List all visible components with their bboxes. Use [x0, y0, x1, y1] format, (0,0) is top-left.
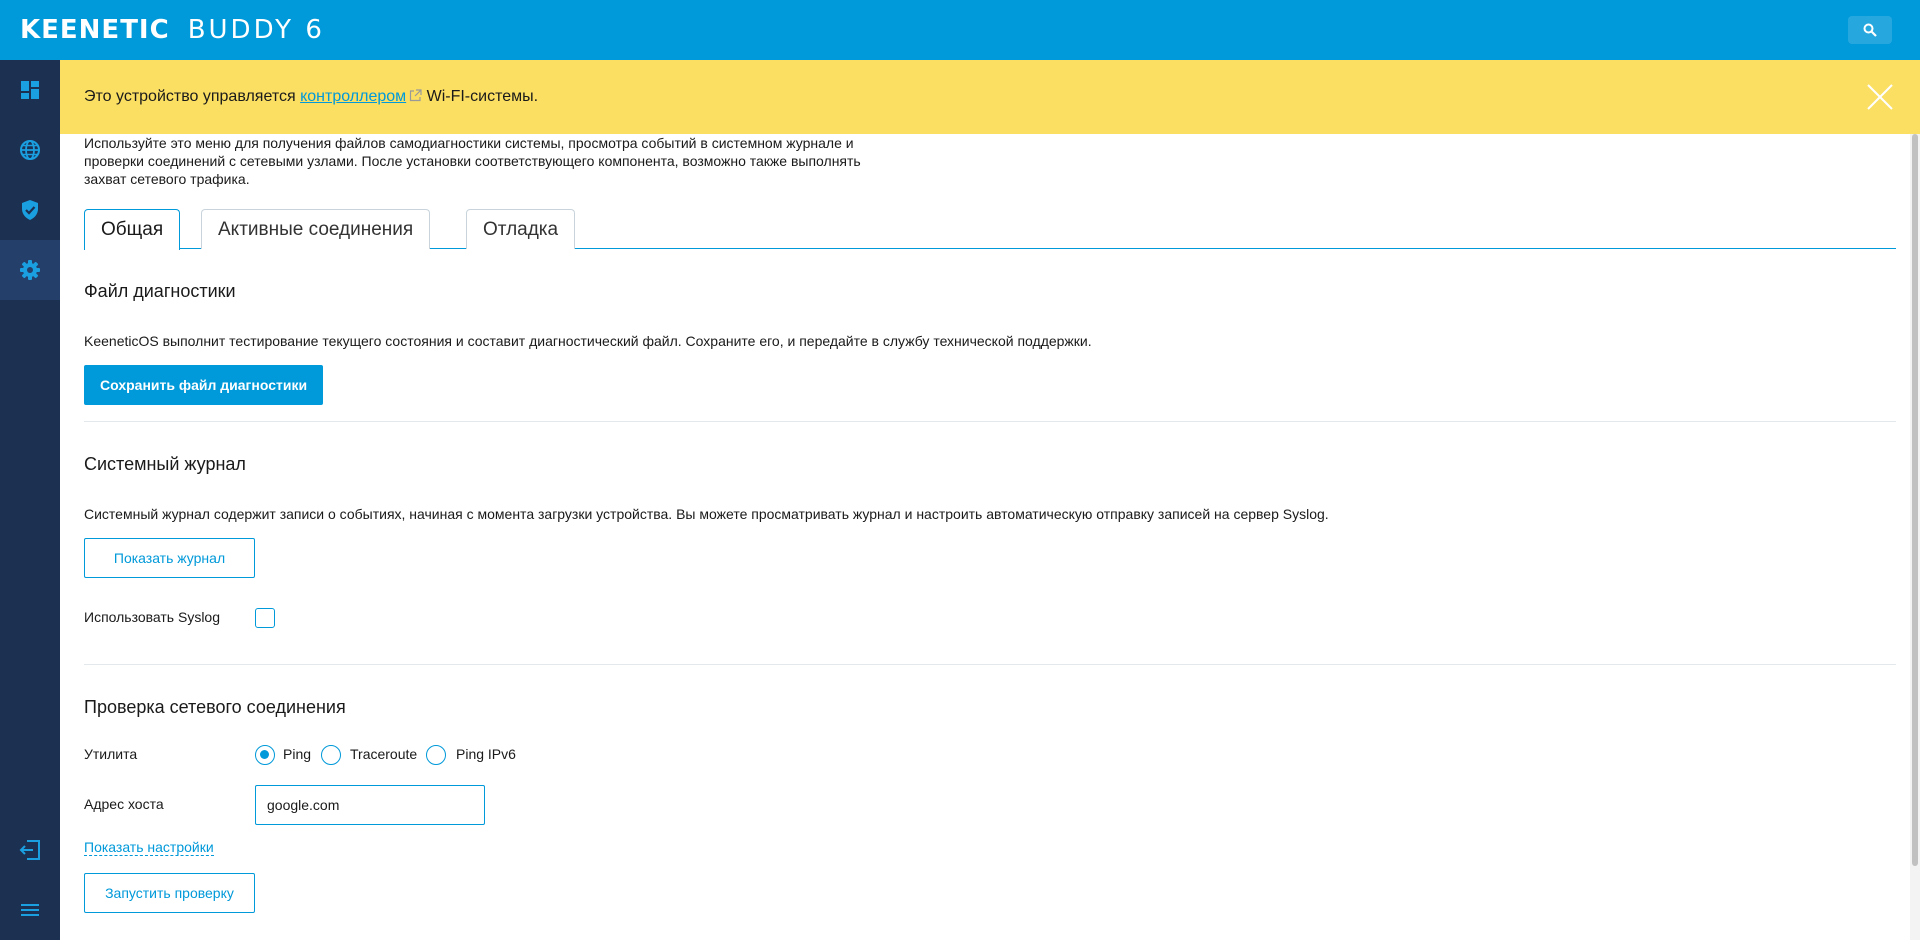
controller-link[interactable]: контроллером [300, 88, 406, 105]
sidebar-item-menu[interactable] [0, 880, 60, 940]
network-check-title: Проверка сетевого соединения [84, 697, 346, 717]
syslog-title: Системный журнал [84, 454, 246, 474]
sidebar-item-dashboard[interactable] [0, 60, 60, 120]
sidebar-item-internet[interactable] [0, 120, 60, 180]
logout-icon [19, 840, 40, 860]
divider [84, 421, 1896, 422]
menu-icon [21, 904, 39, 916]
search-button[interactable] [1848, 16, 1892, 44]
use-syslog-checkbox[interactable] [255, 608, 275, 628]
sidebar-item-security[interactable] [0, 180, 60, 240]
gear-icon [20, 260, 40, 280]
save-diagnostics-button[interactable]: Сохранить файл диагностики [84, 365, 324, 405]
radio-traceroute-label[interactable]: Traceroute [350, 746, 417, 762]
show-log-button[interactable]: Показать журнал [84, 538, 255, 578]
diagnostics-title: Файл диагностики [84, 281, 236, 301]
tab-active-connections[interactable]: Активные соединения [201, 209, 431, 249]
radio-ping[interactable] [255, 745, 275, 765]
main-content: Это устройство управляется контроллером … [60, 60, 1920, 940]
radio-ping-ipv6[interactable] [426, 745, 446, 765]
sidebar-item-logout[interactable] [0, 820, 60, 880]
diagnostics-description: KeeneticOS выполнит тестирование текущег… [84, 333, 1092, 349]
product-name: BUDDY 6 [187, 15, 325, 45]
top-bar: KEENETIC BUDDY 6 [0, 0, 1920, 60]
host-address-input[interactable] [255, 785, 485, 825]
divider [84, 664, 1896, 665]
run-check-button[interactable]: Запустить проверку [84, 873, 255, 913]
show-settings-link[interactable]: Показать настройки [84, 839, 214, 856]
tab-debug[interactable]: Отладка [466, 209, 576, 249]
tab-general[interactable]: Общая [84, 209, 181, 250]
dashboard-icon [21, 81, 39, 99]
external-link-icon [410, 89, 422, 102]
globe-icon [20, 140, 40, 160]
banner-text-before: Это устройство управляется [84, 88, 301, 105]
radio-ping-label[interactable]: Ping [283, 746, 311, 762]
sidebar [0, 60, 60, 940]
utility-label: Утилита [84, 746, 138, 762]
syslog-description: Системный журнал содержит записи о событ… [84, 506, 1329, 522]
controller-banner: Это устройство управляется контроллером … [60, 60, 1920, 134]
tab-bar: Общая Активные соединения Отладка [84, 209, 1896, 250]
host-address-label: Адрес хоста [84, 796, 164, 812]
brand-name: KEENETIC [20, 15, 170, 45]
scrollbar-thumb[interactable] [1912, 134, 1918, 866]
scrollbar[interactable] [1910, 134, 1920, 940]
logo: KEENETIC BUDDY 6 [20, 15, 325, 45]
intro-text: Используйте это меню для получения файло… [84, 135, 861, 187]
use-syslog-label: Использовать Syslog [84, 609, 221, 625]
banner-text: Это устройство управляется контроллером … [84, 88, 538, 106]
banner-text-after: Wi-FI-системы. [422, 88, 539, 105]
search-icon [1863, 23, 1877, 37]
close-icon[interactable] [1866, 83, 1894, 111]
radio-ping-ipv6-label[interactable]: Ping IPv6 [456, 746, 516, 762]
shield-check-icon [22, 200, 38, 220]
sidebar-item-settings[interactable] [0, 240, 60, 300]
radio-traceroute[interactable] [321, 745, 341, 765]
